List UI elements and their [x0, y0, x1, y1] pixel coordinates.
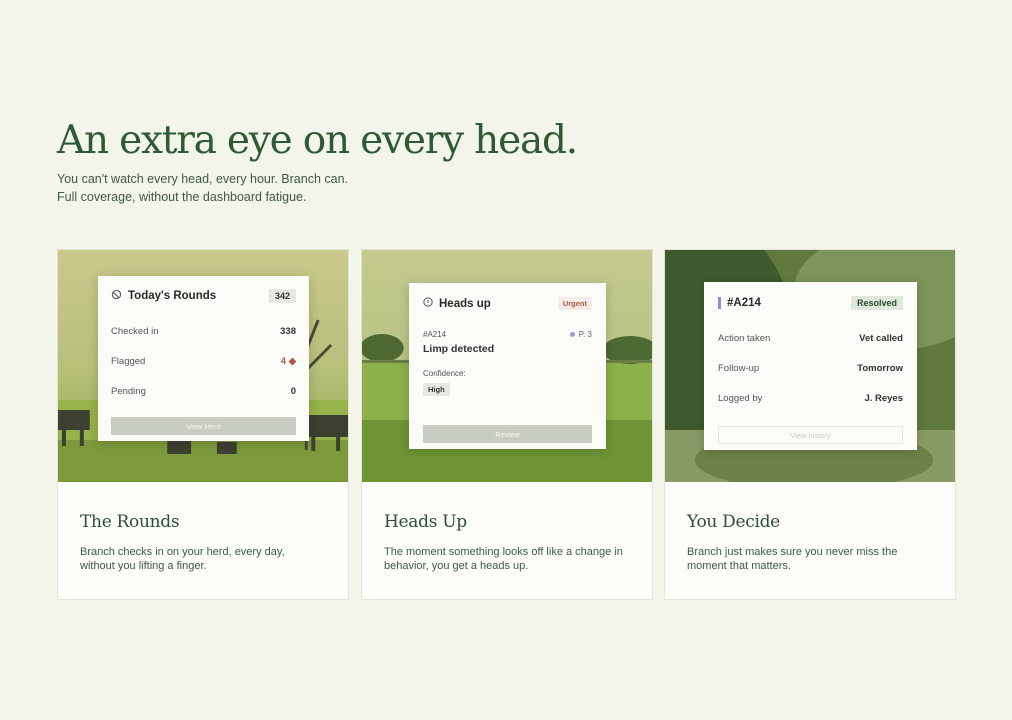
- rounds-row: Pending 0: [111, 386, 296, 397]
- resolved-badge: Resolved: [850, 296, 903, 310]
- card-description: Branch checks in on your herd, every day…: [80, 546, 285, 572]
- view-herd-button[interactable]: View Herd: [111, 417, 296, 435]
- priority-indicator: P. 3: [569, 330, 592, 339]
- card-title: You Decide: [687, 512, 780, 532]
- case-row: Logged by J. Reyes: [718, 393, 903, 404]
- priority-dot-icon: [569, 332, 575, 337]
- info-icon: [423, 297, 433, 310]
- card-description: The moment something looks off like a ch…: [384, 546, 623, 572]
- rounds-count-badge: 342: [268, 289, 296, 303]
- alert-issue: Limp detected: [423, 343, 495, 355]
- case-row: Action taken Vet called: [718, 333, 903, 344]
- row-label: Follow-up: [718, 363, 760, 374]
- urgent-badge: Urgent: [557, 297, 592, 310]
- heads-up-panel-title: Heads up: [439, 297, 491, 310]
- row-value-flagged: 4 ◆: [280, 356, 296, 367]
- closeup-photo: #A214 Resolved Action taken Vet called F…: [665, 250, 955, 482]
- animal-id: #A214: [423, 330, 447, 339]
- hero-subtitle: You can't watch every head, every hour. …: [57, 171, 348, 206]
- row-label: Pending: [111, 386, 146, 397]
- row-label: Action taken: [718, 333, 771, 344]
- confidence-label: Confidence:: [423, 369, 466, 378]
- row-value: 338: [280, 326, 296, 337]
- clipboard-icon: [111, 289, 122, 303]
- status-bar-icon: [718, 297, 721, 309]
- hero-subtitle-line-1: You can't watch every head, every hour. …: [57, 172, 348, 186]
- pasture-photo: Today's Rounds 342 Checked in 338 Flagge…: [58, 250, 348, 482]
- card-description: Branch just makes sure you never miss th…: [687, 546, 898, 572]
- card-title: The Rounds: [80, 512, 180, 532]
- case-panel: #A214 Resolved Action taken Vet called F…: [704, 282, 917, 450]
- case-row: Follow-up Tomorrow: [718, 363, 903, 374]
- alert-id-row: #A214 P. 3: [423, 330, 592, 339]
- row-value: 0: [290, 386, 296, 397]
- hero-title: An extra eye on every head.: [57, 118, 578, 163]
- row-label: Logged by: [718, 393, 763, 404]
- rounds-panel-title: Today's Rounds: [128, 290, 217, 302]
- rounds-row: Checked in 338: [111, 326, 296, 337]
- view-history-button[interactable]: View history: [718, 426, 903, 444]
- row-label: Checked in: [111, 326, 159, 337]
- confidence-badge: High: [423, 383, 450, 396]
- pasture-photo: Heads up Urgent #A214 P. 3 Limp detected…: [362, 250, 652, 482]
- case-panel-title: #A214: [727, 297, 761, 309]
- feature-card-you-decide: #A214 Resolved Action taken Vet called F…: [664, 249, 956, 600]
- hero-subtitle-line-2: Full coverage, without the dashboard fat…: [57, 189, 307, 204]
- card-title: Heads Up: [384, 512, 467, 532]
- feature-card-heads-up: Heads up Urgent #A214 P. 3 Limp detected…: [361, 249, 653, 600]
- review-button[interactable]: Review: [423, 425, 592, 443]
- rounds-row: Flagged 4 ◆: [111, 356, 296, 367]
- row-value: Tomorrow: [857, 363, 903, 374]
- rounds-panel: Today's Rounds 342 Checked in 338 Flagge…: [98, 276, 309, 441]
- diamond-icon: ◆: [288, 356, 296, 367]
- row-label: Flagged: [111, 356, 146, 367]
- feature-card-rounds: Today's Rounds 342 Checked in 338 Flagge…: [57, 249, 349, 600]
- row-value: J. Reyes: [864, 393, 903, 404]
- row-value: Vet called: [859, 333, 903, 344]
- heads-up-panel: Heads up Urgent #A214 P. 3 Limp detected…: [409, 283, 606, 449]
